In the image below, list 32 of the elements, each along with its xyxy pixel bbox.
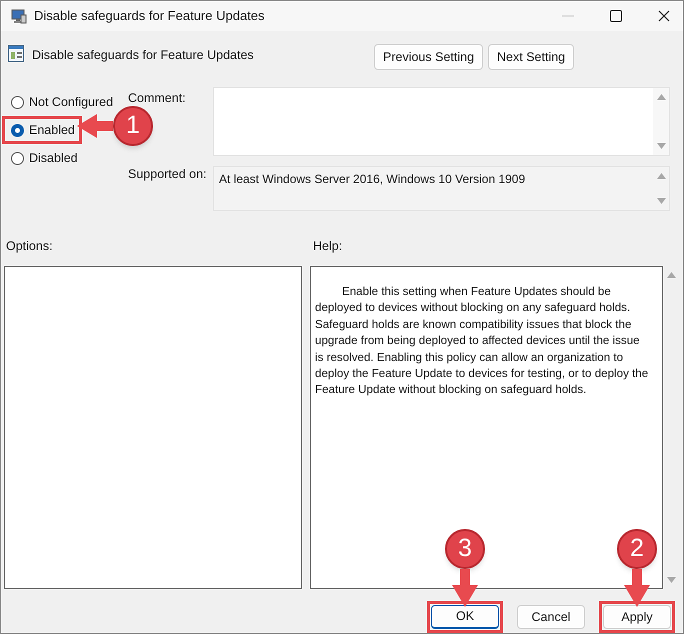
comment-label: Comment: (128, 91, 186, 106)
window-title: Disable safeguards for Feature Updates (34, 7, 265, 26)
scroll-down-icon[interactable] (656, 198, 666, 204)
nav-button[interactable]: Previous Setting (374, 44, 484, 70)
close-icon[interactable] (658, 10, 670, 22)
scroll-down-icon[interactable] (656, 143, 666, 150)
dialog-button[interactable]: Apply (599, 601, 675, 633)
scroll-up-icon[interactable] (656, 94, 666, 100)
policy-icon (8, 45, 24, 62)
arrow-icon (450, 569, 480, 607)
scroll-up-icon[interactable] (666, 272, 676, 278)
comment-field[interactable] (213, 87, 670, 156)
computer-icon (11, 8, 27, 24)
scroll-down-icon[interactable] (666, 577, 676, 583)
dialog-button[interactable]: Cancel (517, 605, 585, 629)
nav-button[interactable]: Next Setting (488, 44, 574, 70)
minimize-icon[interactable] (562, 15, 574, 18)
radio-option[interactable]: Disabled (3, 144, 78, 172)
scroll-bar[interactable] (653, 88, 669, 156)
options-label: Options: (5, 238, 54, 255)
help-text: Enable this setting when Feature Updates should be deployed to devices without blocking on any safeguard holds. Safeguard holds are known compatibility issues that block the upgrade from being deployed to affected devices until the issue is resolved. Enabling this policy can allow an organization to deploy the Feature Update to devices for testing, or to deploy the Feature Update without blocking on safeguard holds. (315, 284, 650, 398)
scroll-up-icon[interactable] (656, 173, 666, 180)
maximize-icon[interactable] (610, 10, 622, 22)
radio-option[interactable]: Not Configured (3, 88, 114, 116)
supported-on-label: Supported on: (128, 166, 208, 184)
radio-option[interactable]: Enabled (2, 116, 82, 144)
arrow-icon (622, 569, 652, 607)
dialog-button[interactable]: OK (427, 601, 503, 633)
help-label: Help: (313, 238, 342, 255)
policy-title: Disable safeguards for Feature Updates (32, 47, 255, 64)
supported-on-text: At least Windows Server 2016, Windows 10 Version 1909 (218, 171, 526, 188)
step-number-badge: 1 (113, 106, 153, 146)
